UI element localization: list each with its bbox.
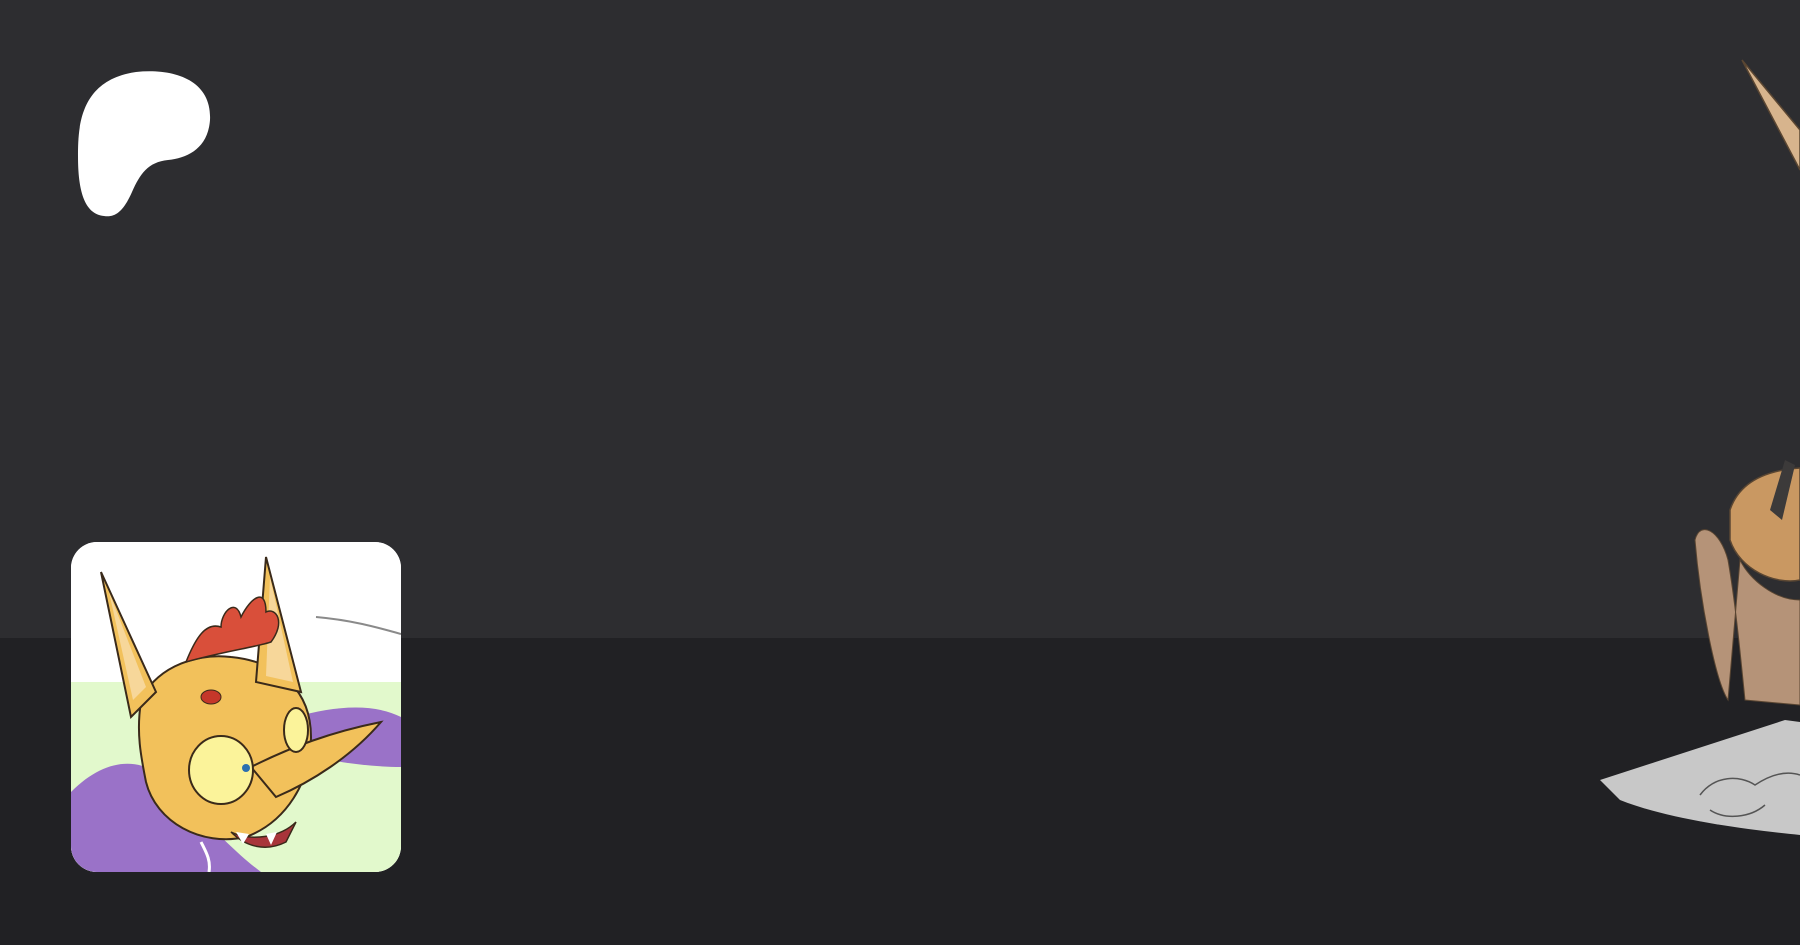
creator-page	[0, 0, 1800, 945]
cover-art-character-drawing	[1600, 40, 1800, 860]
creator-avatar-fox-character	[71, 542, 401, 872]
creator-avatar[interactable]	[71, 542, 401, 872]
patreon-logo-icon[interactable]	[76, 70, 212, 218]
